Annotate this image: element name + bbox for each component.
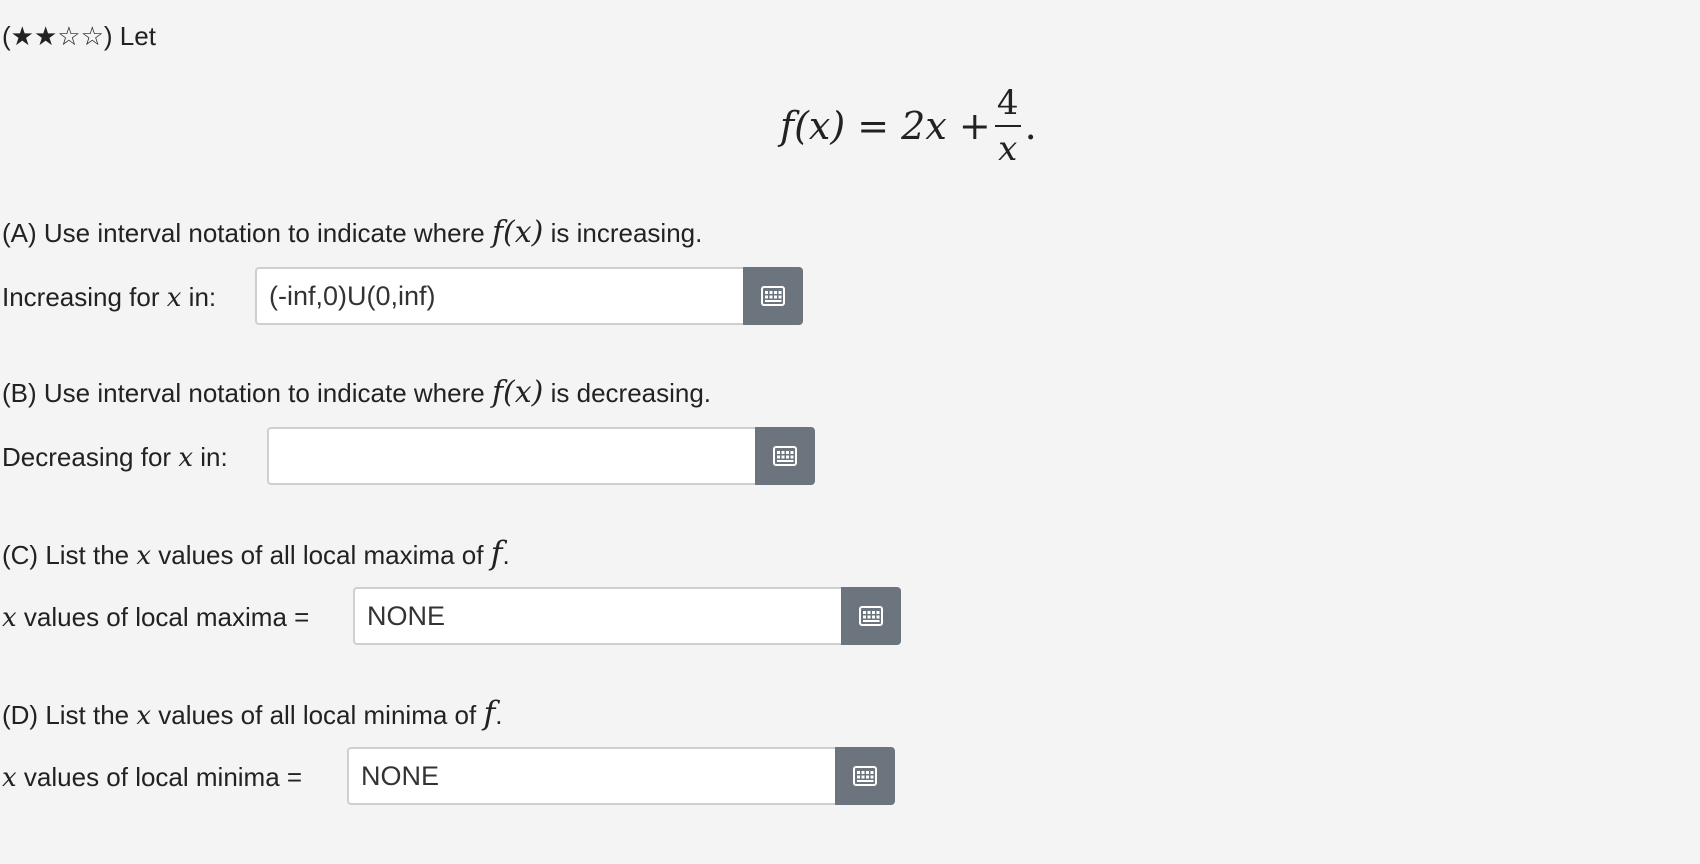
part-c-label: x values of local maxima = — [2, 600, 309, 635]
part-d-prompt-mid: values of all local minima of — [158, 700, 477, 730]
fraction-numerator: 4 — [996, 83, 1019, 123]
part-c-variable: x — [136, 541, 152, 571]
part-c-function: f — [490, 534, 503, 572]
part-a-prompt: (A) Use interval notation to indicate wh… — [2, 216, 702, 250]
part-d-label-variable: x — [2, 763, 17, 793]
part-c-keyboard-button[interactable] — [841, 587, 901, 645]
part-d-answer-group: NONE — [347, 747, 895, 805]
fraction-bar — [994, 125, 1021, 127]
part-a-keyboard-button[interactable] — [743, 267, 803, 325]
part-a-prompt-text: (A) Use interval notation to indicate wh… — [2, 218, 485, 248]
part-a-answer-group: (-inf,0)U(0,inf) — [255, 267, 803, 325]
part-d-label: x values of local minima = — [2, 760, 302, 795]
part-d-prompt: (D) List the x values of all local minim… — [2, 696, 503, 733]
fraction-denominator: x — [998, 129, 1018, 169]
part-a-label: Increasing for x in: — [2, 280, 216, 315]
difficulty-rating: (★★☆☆) Let — [2, 19, 156, 53]
math-keyboard-icon — [853, 766, 877, 786]
part-c-prompt-text: (C) List the — [2, 540, 130, 570]
part-c-prompt: (C) List the x values of all local maxim… — [2, 536, 510, 573]
part-c-label-text: values of local maxima = — [23, 602, 310, 632]
part-d-period: . — [495, 700, 503, 730]
equation-lhs: f(x) = 2x + — [780, 104, 991, 148]
math-keyboard-icon — [859, 606, 883, 626]
part-c-label-variable: x — [2, 603, 17, 633]
local-maxima-input[interactable]: NONE — [353, 587, 841, 645]
decreasing-interval-input[interactable] — [267, 427, 755, 485]
part-a-label-end: in: — [188, 282, 217, 312]
part-c-period: . — [502, 540, 510, 570]
equation-period: . — [1024, 104, 1037, 148]
local-minima-input[interactable]: NONE — [347, 747, 835, 805]
part-c-answer-group: NONE — [353, 587, 901, 645]
star-rating: (★★☆☆) — [2, 21, 113, 51]
part-a-function: f(x) — [491, 215, 544, 250]
equation-fraction: 4 x — [994, 83, 1021, 169]
part-d-prompt-text: (D) List the — [2, 700, 130, 730]
part-b-prompt: (B) Use interval notation to indicate wh… — [2, 376, 711, 410]
part-b-label-text: Decreasing for — [2, 442, 172, 472]
part-a-prompt-end: is increasing. — [550, 218, 703, 248]
part-b-function: f(x) — [491, 375, 544, 410]
part-b-prompt-text: (B) Use interval notation to indicate wh… — [2, 378, 485, 408]
increasing-interval-input[interactable]: (-inf,0)U(0,inf) — [255, 267, 743, 325]
function-equation: f(x) = 2x + 4 x . — [780, 84, 1037, 168]
part-b-prompt-end: is decreasing. — [550, 378, 712, 408]
part-b-label: Decreasing for x in: — [2, 440, 228, 475]
part-a-variable: x — [166, 283, 182, 313]
part-c-prompt-mid: values of all local maxima of — [158, 540, 484, 570]
part-d-label-text: values of local minima = — [23, 762, 303, 792]
part-d-keyboard-button[interactable] — [835, 747, 895, 805]
part-d-variable: x — [136, 701, 152, 731]
part-a-label-text: Increasing for — [2, 282, 160, 312]
math-keyboard-icon — [773, 446, 797, 466]
part-d-function: f — [483, 694, 496, 732]
part-b-keyboard-button[interactable] — [755, 427, 815, 485]
part-b-label-end: in: — [200, 442, 228, 472]
part-b-answer-group — [267, 427, 815, 485]
math-keyboard-icon — [761, 286, 785, 306]
part-b-variable: x — [178, 443, 193, 473]
intro-text: Let — [119, 21, 156, 51]
